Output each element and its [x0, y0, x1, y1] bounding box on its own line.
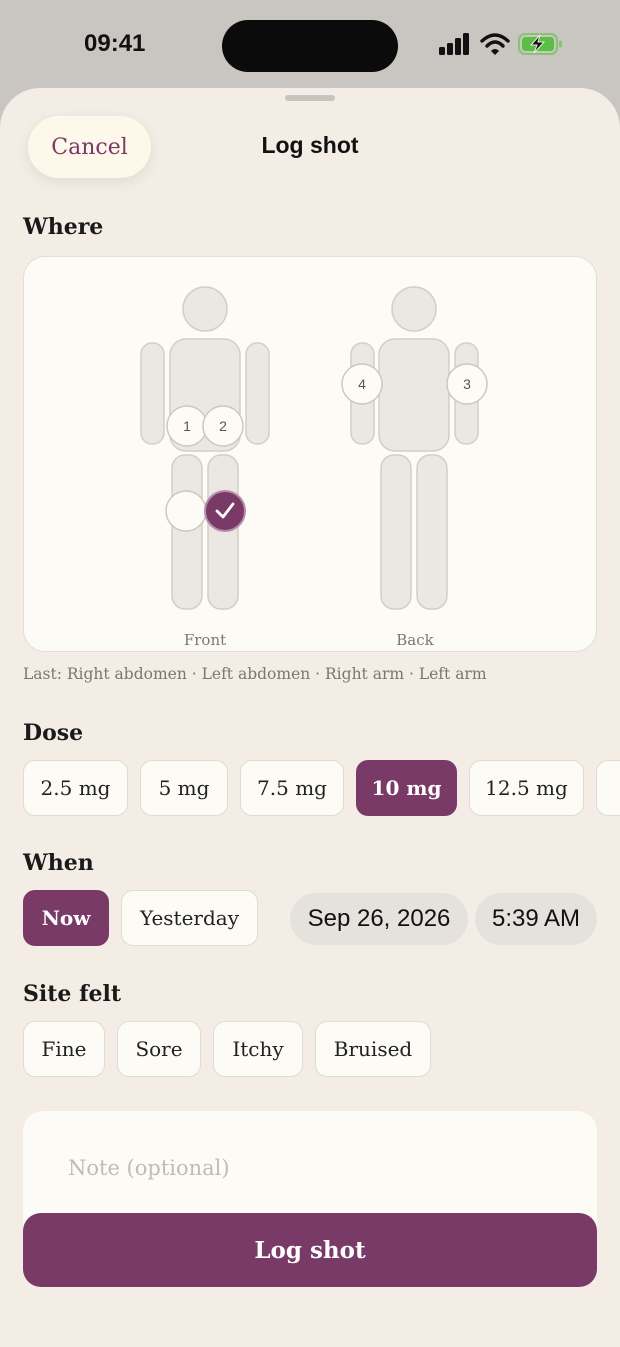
when-options: Now Yesterday: [23, 890, 258, 946]
date-picker[interactable]: Sep 26, 2026: [290, 893, 468, 945]
wifi-icon: [480, 32, 510, 60]
status-bar: 09:41: [0, 0, 620, 90]
dose-chip-5[interactable]: 5 mg: [140, 760, 228, 816]
front-label: Front: [184, 631, 226, 649]
site-marker-left-thigh[interactable]: [165, 490, 207, 532]
site-marker-label: 3: [463, 376, 471, 392]
when-yesterday[interactable]: Yesterday: [121, 890, 258, 946]
dose-options: 2.5 mg 5 mg 7.5 mg 10 mg 12.5 mg: [23, 760, 620, 816]
dose-chip-12-5[interactable]: 12.5 mg: [469, 760, 584, 816]
when-now-selected[interactable]: Now: [23, 890, 109, 946]
sheet-grabber[interactable]: [285, 95, 335, 101]
site-marker-back-3[interactable]: 3: [446, 363, 488, 405]
site-felt-label: Site felt: [23, 981, 122, 1007]
log-shot-button[interactable]: Log shot: [23, 1213, 597, 1287]
body-map: 1 2 4 3 Front Back: [140, 286, 488, 649]
where-label: Where: [23, 214, 104, 240]
back-label: Back: [396, 631, 434, 649]
site-felt-fine[interactable]: Fine: [23, 1021, 105, 1077]
dose-label: Dose: [23, 720, 84, 746]
site-marker-label: 1: [183, 418, 191, 434]
log-shot-sheet: Cancel Log shot Where 1 2 4 3 Front Back…: [0, 88, 620, 1347]
site-felt-sore[interactable]: Sore: [117, 1021, 201, 1077]
battery-charging-icon: [518, 32, 564, 60]
dose-chip-10-selected[interactable]: 10 mg: [356, 760, 457, 816]
dose-chip-7-5[interactable]: 7.5 mg: [240, 760, 344, 816]
when-label: When: [23, 850, 94, 876]
status-time: 09:41: [84, 30, 146, 57]
site-marker-front-1[interactable]: 1: [166, 405, 208, 447]
site-felt-bruised[interactable]: Bruised: [315, 1021, 431, 1077]
front-body-diagram: [140, 286, 270, 610]
last-sites-text: Last: Right abdomen · Left abdomen · Rig…: [23, 665, 487, 683]
back-body-diagram: [350, 286, 479, 610]
site-marker-right-thigh-selected[interactable]: [204, 490, 246, 532]
site-marker-label: 2: [219, 418, 227, 434]
status-icons: [438, 32, 564, 60]
body-map-card: 1 2 4 3 Front Back: [23, 256, 597, 652]
site-felt-itchy[interactable]: Itchy: [213, 1021, 303, 1077]
site-marker-back-4[interactable]: 4: [341, 363, 383, 405]
site-marker-label: 4: [358, 376, 366, 392]
dose-chip-overflow[interactable]: [596, 760, 620, 816]
cellular-signal-icon: [438, 33, 472, 59]
site-felt-options: Fine Sore Itchy Bruised: [23, 1021, 431, 1077]
dose-chip-2-5[interactable]: 2.5 mg: [23, 760, 128, 816]
sheet-title: Log shot: [261, 132, 359, 158]
dynamic-island: [222, 20, 398, 72]
note-input[interactable]: [68, 1156, 568, 1180]
site-marker-front-2[interactable]: 2: [202, 405, 244, 447]
time-picker[interactable]: 5:39 AM: [475, 893, 597, 945]
